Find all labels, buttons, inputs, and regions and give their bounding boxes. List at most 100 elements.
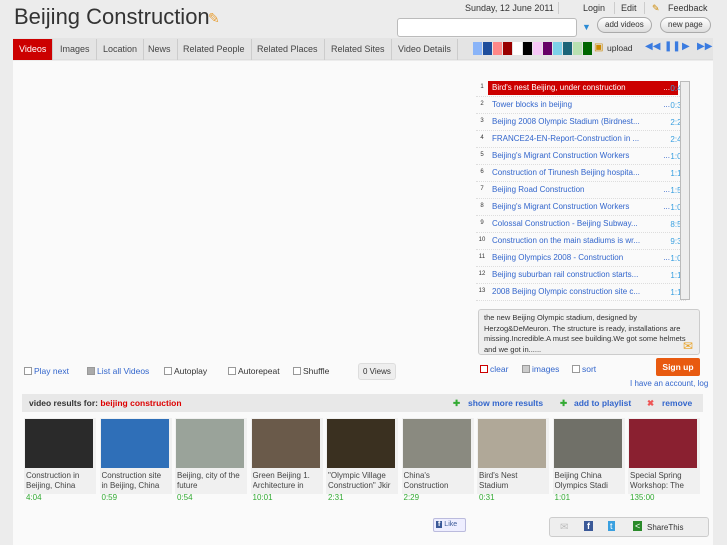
color-swatch[interactable] <box>543 42 552 55</box>
playlist-item-number: 11 <box>478 254 486 260</box>
playlist-item[interactable]: 3 Beijing 2008 Olympic Stadium (Birdnest.… <box>476 114 686 131</box>
autoplay-checkbox[interactable]: Autoplay <box>164 366 207 376</box>
tab-images[interactable]: Images <box>54 39 97 60</box>
playlist-item[interactable]: 13 2008 Beijing Olympic construction site… <box>476 284 686 301</box>
feedback-link[interactable]: Feedback <box>668 3 708 13</box>
color-swatch[interactable] <box>483 42 492 55</box>
sort-button[interactable]: sort <box>572 364 596 374</box>
color-swatch[interactable] <box>583 42 592 55</box>
remove-icon: ✖ <box>647 398 655 408</box>
rewind-icon[interactable]: ◀◀ <box>645 41 660 52</box>
facebook-icon[interactable]: f <box>584 521 593 531</box>
playlist-item[interactable]: 5 Beijing's Migrant Construction Workers … <box>476 148 686 165</box>
list-all-button[interactable]: List all Videos <box>87 366 149 376</box>
tab-news[interactable]: News <box>142 39 178 60</box>
playlist-item-title: Colossal Construction - Beijing Subway..… <box>492 219 638 228</box>
color-swatch[interactable] <box>553 42 562 55</box>
video-thumbnail[interactable] <box>176 419 244 468</box>
color-swatch[interactable] <box>573 42 582 55</box>
video-title: Bird's Nest Stadium Construction <box>479 471 518 490</box>
color-swatch[interactable] <box>473 42 482 55</box>
video-result[interactable]: Beijing China Olympics Stadi 1:01 <box>552 418 625 502</box>
list-icon <box>87 367 95 375</box>
playlist-item[interactable]: 6 Construction of Tirunesh Beijing hospit… <box>476 165 686 182</box>
video-result[interactable]: Beijing, city of the future 0:54 <box>175 418 247 502</box>
video-thumbnail[interactable] <box>25 419 93 468</box>
add-videos-button[interactable]: add videos <box>597 17 652 33</box>
tab-related-places[interactable]: Related Places <box>251 39 325 60</box>
search-input[interactable] <box>397 18 577 37</box>
account-link[interactable]: I have an account, log <box>630 379 708 388</box>
dropdown-arrow-icon[interactable]: ▼ <box>582 22 591 32</box>
new-page-button[interactable]: new page <box>660 17 711 33</box>
video-thumbnail[interactable] <box>327 419 395 468</box>
shuffle-checkbox[interactable]: Shuffle <box>293 366 329 376</box>
edit-link[interactable]: Edit <box>621 3 637 13</box>
twitter-icon[interactable]: t <box>608 521 615 531</box>
playlist-item[interactable]: 9 Colossal Construction - Beijing Subway.… <box>476 216 686 233</box>
tab-videos[interactable]: Videos <box>13 39 54 60</box>
playlist-item-number: 2 <box>480 101 484 107</box>
playlist-item[interactable]: 11 Beijing Olympics 2008 - Construction .… <box>476 250 686 267</box>
login-link[interactable]: Login <box>583 3 605 13</box>
playlist-item[interactable]: 7 Beijing Road Construction ... 1:50 <box>476 182 686 199</box>
fast-forward-icon[interactable]: ▶▶ <box>697 41 712 52</box>
video-result[interactable]: Construction in Beijing, China 4:04 <box>24 418 96 502</box>
video-result[interactable]: "Olympic Village Construction" Jkir 2:31 <box>326 418 398 502</box>
color-swatch[interactable] <box>513 42 522 55</box>
tab-location[interactable]: Location <box>97 39 145 60</box>
color-swatch[interactable] <box>503 42 512 55</box>
add-to-playlist-link[interactable]: add to playlist <box>574 398 631 408</box>
results-query: beijing construction <box>100 398 182 408</box>
video-result[interactable]: Bird's Nest Stadium Construction 0:31 <box>477 418 549 502</box>
tab-related-sites[interactable]: Related Sites <box>325 39 392 60</box>
autorepeat-checkbox[interactable]: Autorepeat <box>228 366 280 376</box>
pencil-icon[interactable]: ✎ <box>208 10 226 26</box>
video-duration: 135:00 <box>630 493 655 502</box>
video-thumbnail[interactable] <box>553 419 622 468</box>
playlist-item[interactable]: 8 Beijing's Migrant Construction Workers … <box>476 199 686 216</box>
playlist-item[interactable]: 4 FRANCE24-EN-Report-Construction in ... … <box>476 131 686 148</box>
video-thumbnail[interactable] <box>402 419 471 468</box>
playlist-item-title: Beijing's Migrant Construction Workers .… <box>492 202 670 211</box>
playlist-scrollbar[interactable] <box>680 81 690 300</box>
images-button[interactable]: images <box>522 364 559 374</box>
video-thumbnail[interactable] <box>629 419 697 468</box>
playlist-item[interactable]: 2 Tower blocks in beijing ... 0:31 <box>476 97 686 114</box>
sharethis-link[interactable]: ShareThis <box>647 523 683 532</box>
video-result[interactable]: Construction site in Beijing, China 0:59 <box>99 418 172 502</box>
feedback-icon[interactable]: ✎ <box>652 3 660 14</box>
grid-icon <box>522 365 530 373</box>
play-next-button[interactable]: Play next <box>24 366 69 376</box>
video-thumbnail[interactable] <box>478 419 546 468</box>
upload-icon[interactable]: ▣ <box>594 42 603 53</box>
remove-link[interactable]: remove <box>662 398 692 408</box>
color-swatch[interactable] <box>533 42 542 55</box>
color-swatch[interactable] <box>563 42 572 55</box>
playlist-item-number: 13 <box>478 288 486 294</box>
share-icon[interactable]: < <box>633 521 643 531</box>
upload-link[interactable]: upload <box>607 43 633 53</box>
video-result[interactable]: Green Beijing 1. Architecture in 10:01 <box>250 418 323 502</box>
email-icon[interactable]: ✉ <box>560 522 568 533</box>
show-more-results-link[interactable]: show more results <box>468 398 543 408</box>
pause-icon[interactable]: ❚❚ <box>664 41 681 52</box>
clear-button[interactable]: clear <box>480 364 508 374</box>
color-swatch[interactable] <box>493 42 502 55</box>
playlist-item-number: 6 <box>480 169 484 175</box>
video-result[interactable]: China's Construction Waste a 2:29 <box>401 418 474 502</box>
video-result[interactable]: Special Spring Workshop: The 135:00 <box>628 418 700 502</box>
color-swatch[interactable] <box>523 42 532 55</box>
signup-button[interactable]: Sign up <box>656 358 700 376</box>
video-thumbnail[interactable] <box>251 419 320 468</box>
tab-related-people[interactable]: Related People <box>177 39 252 60</box>
playlist-item[interactable]: 10 Construction on the main stadiums is w… <box>476 233 686 250</box>
tab-video-details[interactable]: Video Details <box>392 39 458 60</box>
playlist-item[interactable]: 1 Bird's nest Beijing, under construction… <box>476 80 686 97</box>
results-bar: video results for: beijing construction … <box>22 394 703 412</box>
play-icon[interactable]: ▶ <box>682 41 690 52</box>
facebook-like-button[interactable]: f Like <box>433 518 466 532</box>
video-thumbnail[interactable] <box>100 419 169 468</box>
playlist-item[interactable]: 12 Beijing suburban rail construction sta… <box>476 267 686 284</box>
comment-icon[interactable]: ✉ <box>683 339 693 353</box>
